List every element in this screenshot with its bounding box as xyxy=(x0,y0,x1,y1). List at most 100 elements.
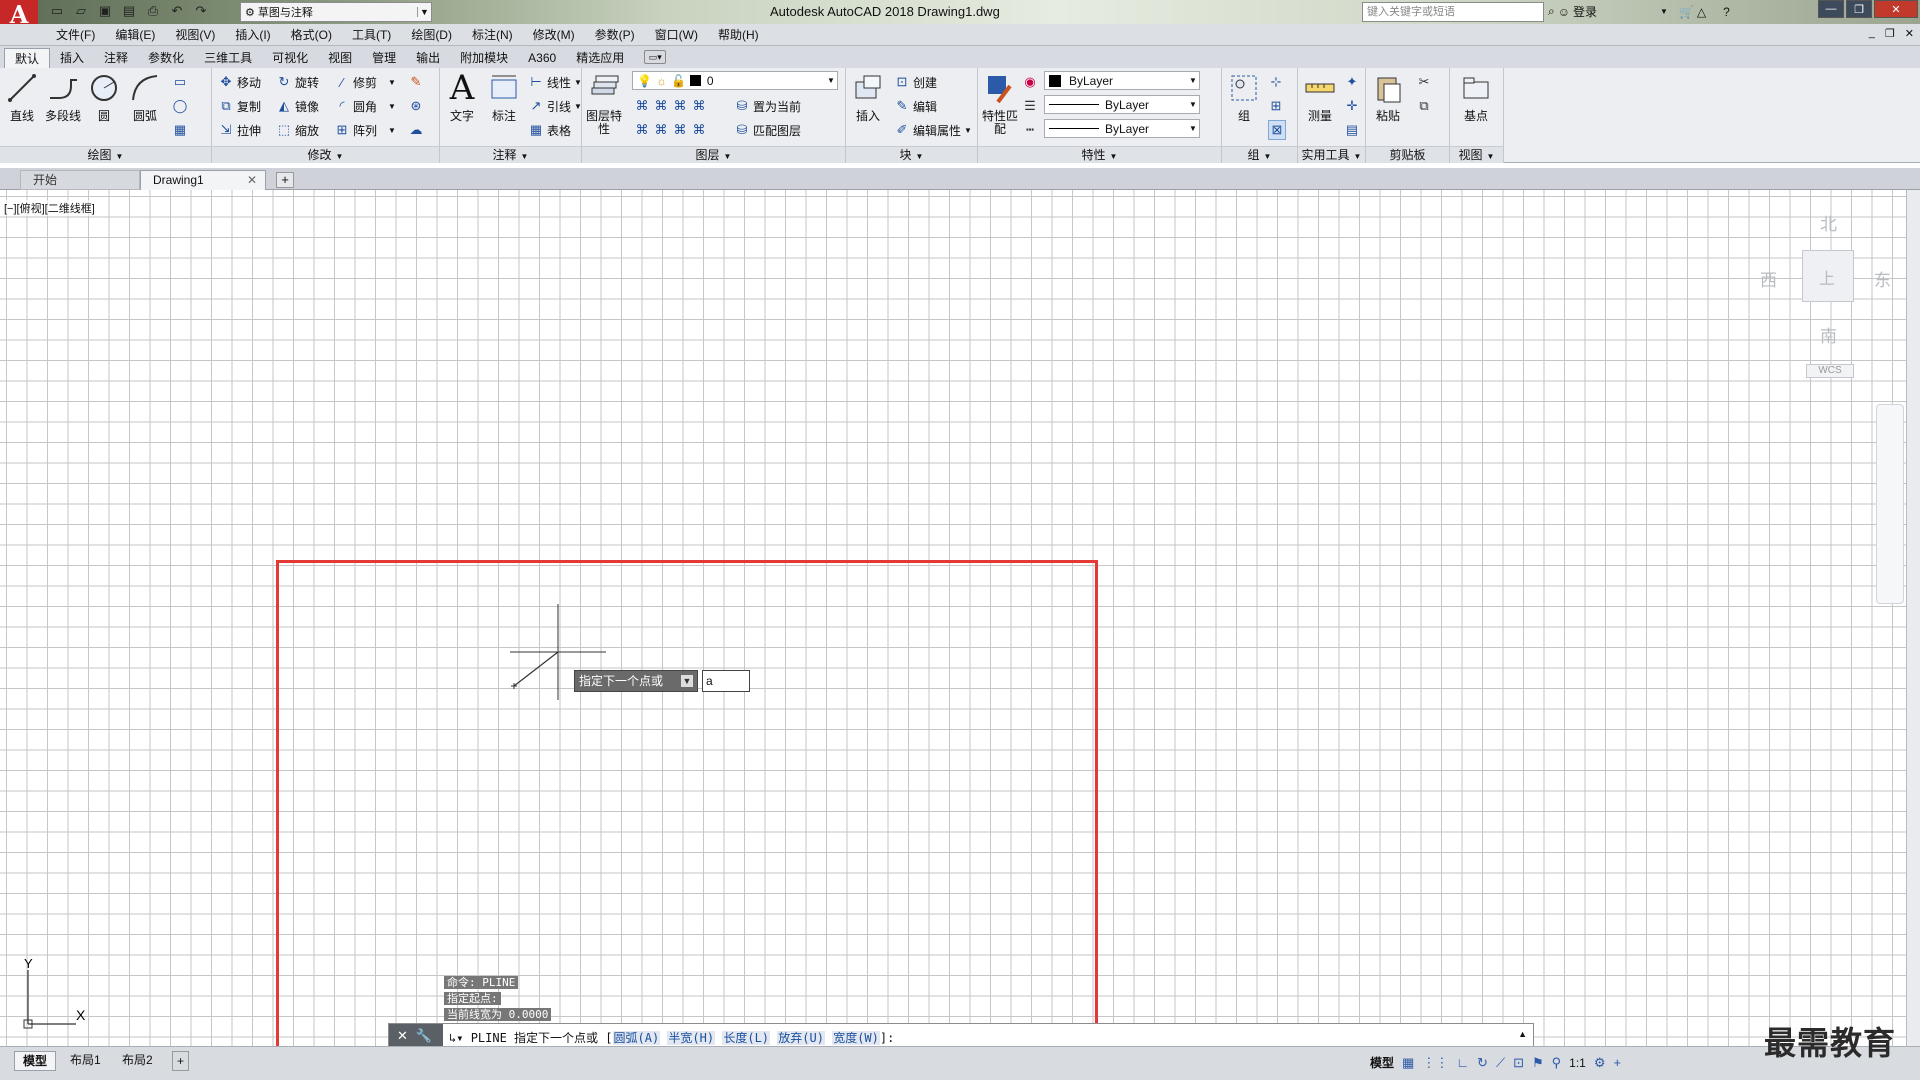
linear-dim-button[interactable]: ⊢ 线性 ▼ xyxy=(528,72,582,92)
menu-item-11[interactable]: 帮助(H) xyxy=(708,27,769,43)
move-button[interactable]: ✥ 移动 xyxy=(218,72,261,92)
add-layout-button[interactable]: + xyxy=(172,1051,190,1071)
settings-icon[interactable]: ⚙ xyxy=(1594,1055,1606,1071)
command-option-0[interactable]: 圆弧(A) xyxy=(612,1031,661,1045)
ribbon-tab-8[interactable]: 输出 xyxy=(406,48,450,69)
search-input[interactable]: 键入关键字或短语 xyxy=(1362,2,1544,22)
open-icon[interactable]: ▱ xyxy=(72,2,90,20)
model-space-button[interactable]: 模型 xyxy=(1370,1054,1394,1071)
command-option-1[interactable]: 半宽(H) xyxy=(667,1031,716,1045)
ribbon-tab-9[interactable]: 附加模块 xyxy=(450,48,518,69)
offset-button[interactable]: ☁ xyxy=(408,120,424,140)
command-line-grip[interactable]: ✕ 🔧 xyxy=(389,1024,443,1048)
layer-dropdown[interactable]: 💡 ☼ 🔓 0 ▼ xyxy=(632,71,838,90)
exchange-icon[interactable]: △ xyxy=(1697,5,1706,19)
text-button[interactable]: A 文字 xyxy=(442,68,482,123)
minimize-button[interactable]: — xyxy=(1818,0,1844,18)
new-tab-button[interactable]: + xyxy=(276,172,294,188)
save-as-icon[interactable]: ▤ xyxy=(120,2,138,20)
tab-drawing1[interactable]: Drawing1 ✕ xyxy=(140,170,266,190)
ribbon-tab-2[interactable]: 注释 xyxy=(94,48,138,69)
match-layer-button[interactable]: ⛁ 匹配图层 xyxy=(734,120,801,140)
rotate-button[interactable]: ↻ 旋转 xyxy=(276,72,319,92)
save-icon[interactable]: ▣ xyxy=(96,2,114,20)
fillet-button[interactable]: ◜ 圆角 ▼ xyxy=(334,96,395,116)
menu-item-7[interactable]: 标注(N) xyxy=(462,27,523,43)
viewcube-west[interactable]: 西 xyxy=(1760,266,1777,291)
ribbon-tab-6[interactable]: 视图 xyxy=(318,48,362,69)
group-edit-button[interactable]: ⊞ xyxy=(1268,96,1284,116)
menu-item-1[interactable]: 编辑(E) xyxy=(105,27,165,43)
copy-clip-button[interactable]: ⧉ xyxy=(1416,96,1432,116)
ribbon-tab-1[interactable]: 插入 xyxy=(50,48,94,69)
binoculars-icon[interactable]: ⌕ xyxy=(1548,4,1555,19)
tab-layout1[interactable]: 布局1 xyxy=(62,1051,109,1071)
help-icon[interactable]: ? xyxy=(1723,5,1730,19)
mirror-button[interactable]: ◭ 镜像 xyxy=(276,96,319,116)
plus-icon[interactable]: + xyxy=(1614,1055,1622,1070)
match-properties-button[interactable]: 特性匹配 xyxy=(980,70,1020,136)
measure-button[interactable]: 测量 xyxy=(1300,70,1340,123)
panel-groups-title[interactable]: 组 ▼ xyxy=(1222,146,1297,163)
viewcube-south[interactable]: 南 xyxy=(1820,322,1837,347)
signin-area[interactable]: ⌕ ☺ 登录 ▼ 🛒 △ ? xyxy=(1548,3,1730,20)
doc-restore-button[interactable]: ❐ xyxy=(1885,27,1895,40)
viewcube-east[interactable]: 东 xyxy=(1874,266,1891,291)
close-button[interactable]: ✕ xyxy=(1874,0,1918,18)
viewcube-north[interactable]: 北 xyxy=(1820,210,1837,235)
login-link[interactable]: 登录 xyxy=(1573,3,1597,20)
polar-icon[interactable]: ↻ xyxy=(1477,1055,1488,1071)
infer-icon[interactable]: ∟ xyxy=(1456,1055,1469,1070)
quick-select-button[interactable]: ✦ xyxy=(1344,72,1360,92)
redo-icon[interactable]: ↷ xyxy=(192,2,210,20)
wrench-icon[interactable]: 🔧 xyxy=(416,1028,432,1044)
navigation-bar[interactable] xyxy=(1876,404,1904,604)
ribbon-tab-11[interactable]: 精选应用 xyxy=(566,48,634,69)
scale-button[interactable]: ⬚ 缩放 xyxy=(276,120,319,140)
ribbon-tab-4[interactable]: 三维工具 xyxy=(194,48,262,69)
osnap-icon[interactable]: ⊡ xyxy=(1513,1055,1524,1071)
table-button[interactable]: ▦ 表格 xyxy=(528,120,571,140)
doc-close-button[interactable]: ✕ xyxy=(1905,27,1914,40)
new-icon[interactable]: ▭ xyxy=(48,2,66,20)
rectangle-button[interactable]: ▭ xyxy=(172,72,188,92)
panel-properties-title[interactable]: 特性 ▼ xyxy=(978,146,1221,163)
lineweight-dropdown[interactable]: ByLayer ▼ xyxy=(1044,95,1200,114)
viewcube-face[interactable]: 上 xyxy=(1802,250,1854,302)
trim-button[interactable]: ⁄ 修剪 ▼ xyxy=(334,72,396,92)
tab-model[interactable]: 模型 xyxy=(14,1051,57,1071)
annotation-icon[interactable]: ⚑ xyxy=(1532,1055,1544,1071)
maximize-button[interactable]: ❐ xyxy=(1846,0,1872,18)
command-option-3[interactable]: 放弃(U) xyxy=(777,1031,825,1045)
paste-button[interactable]: 粘贴 xyxy=(1368,70,1408,123)
group-button[interactable]: 组 xyxy=(1224,70,1264,123)
viewport-controls-label[interactable]: [−][俯视][二维线框] xyxy=(4,200,95,216)
lineweight-icon-btn[interactable]: ☰ xyxy=(1022,96,1038,116)
ribbon-display-toggle-icon[interactable]: ▭▾ xyxy=(644,50,667,64)
ribbon-tab-10[interactable]: A360 xyxy=(518,48,566,69)
explode-button[interactable]: ⊛ xyxy=(408,96,424,116)
stretch-button[interactable]: ⇲ 拉伸 xyxy=(218,120,261,140)
ribbon-tab-0[interactable]: 默认 xyxy=(4,48,51,69)
ungroup-button[interactable]: ⊹ xyxy=(1268,72,1284,92)
panel-clipboard-title[interactable]: 剪贴板 xyxy=(1366,146,1449,163)
undo-icon[interactable]: ↶ xyxy=(168,2,186,20)
panel-view-title[interactable]: 视图 ▼ xyxy=(1450,146,1503,163)
panel-annotation-title[interactable]: 注释 ▼ xyxy=(440,146,581,163)
insert-block-button[interactable]: 插入 xyxy=(848,70,888,123)
line-button[interactable]: 直线 xyxy=(2,70,42,123)
set-current-button[interactable]: ⛁ 置为当前 xyxy=(734,96,801,116)
linetype-icon-btn[interactable]: ┅ xyxy=(1022,120,1038,140)
create-block-button[interactable]: ⊡ 创建 xyxy=(894,72,937,92)
scale-readout[interactable]: 1:1 xyxy=(1569,1056,1586,1070)
annotation-scale-icon[interactable]: ⚲ xyxy=(1552,1055,1562,1071)
menu-item-5[interactable]: 工具(T) xyxy=(342,27,401,43)
right-scrollbar[interactable] xyxy=(1906,190,1920,1046)
cut-button[interactable]: ✂ xyxy=(1416,72,1432,92)
menu-item-9[interactable]: 参数(P) xyxy=(585,27,645,43)
menu-item-0[interactable]: 文件(F) xyxy=(46,27,105,43)
menu-item-4[interactable]: 格式(O) xyxy=(281,27,342,43)
layer-properties-button[interactable]: 图层特性 xyxy=(584,70,624,136)
wcs-menu[interactable]: WCS xyxy=(1806,364,1854,378)
color-icon-btn[interactable]: ◉ xyxy=(1022,72,1038,92)
